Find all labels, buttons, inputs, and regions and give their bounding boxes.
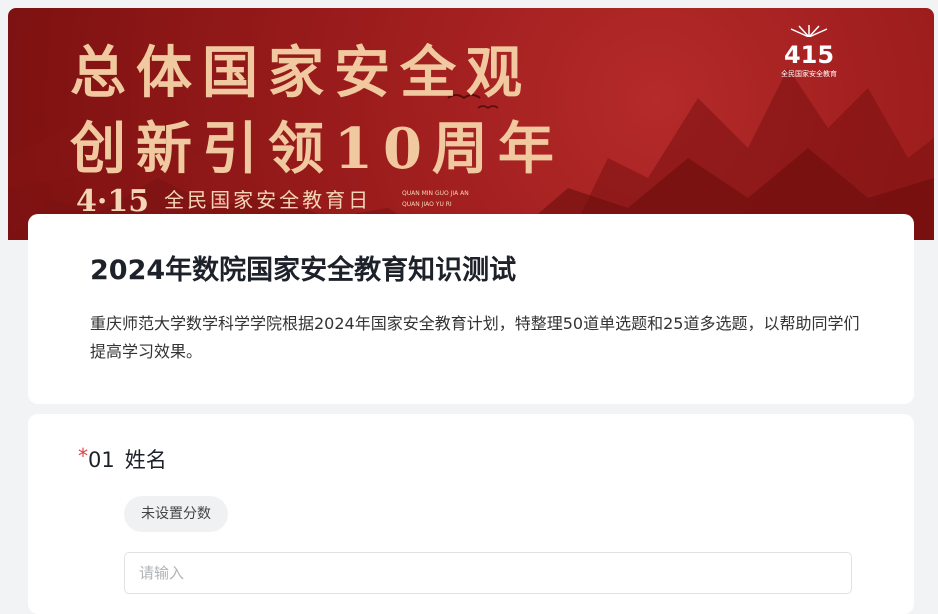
sunburst-icon bbox=[790, 25, 828, 38]
banner-date-text: 全民国家安全教育日 bbox=[164, 188, 372, 212]
score-tag: 未设置分数 bbox=[124, 496, 228, 532]
question-header: *01 姓名 bbox=[78, 444, 167, 474]
survey-description: 重庆师范大学数学科学学院根据2024年国家安全教育计划，特整理50道单选题和25… bbox=[90, 314, 860, 361]
required-mark: * bbox=[78, 444, 88, 468]
question-number: 01 bbox=[88, 448, 115, 472]
logo-number: 415 bbox=[783, 41, 835, 69]
banner-headline-line1: 总体国家安全观 bbox=[70, 40, 532, 106]
banner-headline-line2: 创新引领10周年 bbox=[70, 116, 564, 182]
question-label: 姓名 bbox=[124, 448, 167, 472]
logo-text: 全民国家安全教育 bbox=[781, 70, 837, 78]
header-banner: 总体国家安全观 创新引领10周年 4·15 全民国家安全教育日 QUAN MIN… bbox=[8, 8, 934, 240]
name-input[interactable] bbox=[124, 552, 852, 594]
banner-pinyin: QUAN MIN GUO JIA AN QUAN JIAO YU RI bbox=[402, 190, 469, 208]
survey-intro-card: 2024年数院国家安全教育知识测试 重庆师范大学数学科学学院根据2024年国家安… bbox=[28, 214, 914, 404]
survey-title: 2024年数院国家安全教育知识测试 bbox=[90, 255, 517, 286]
question-card-name: *01 姓名 未设置分数 bbox=[28, 414, 914, 614]
security-day-logo: 415 全民国家安全教育 bbox=[774, 22, 844, 79]
